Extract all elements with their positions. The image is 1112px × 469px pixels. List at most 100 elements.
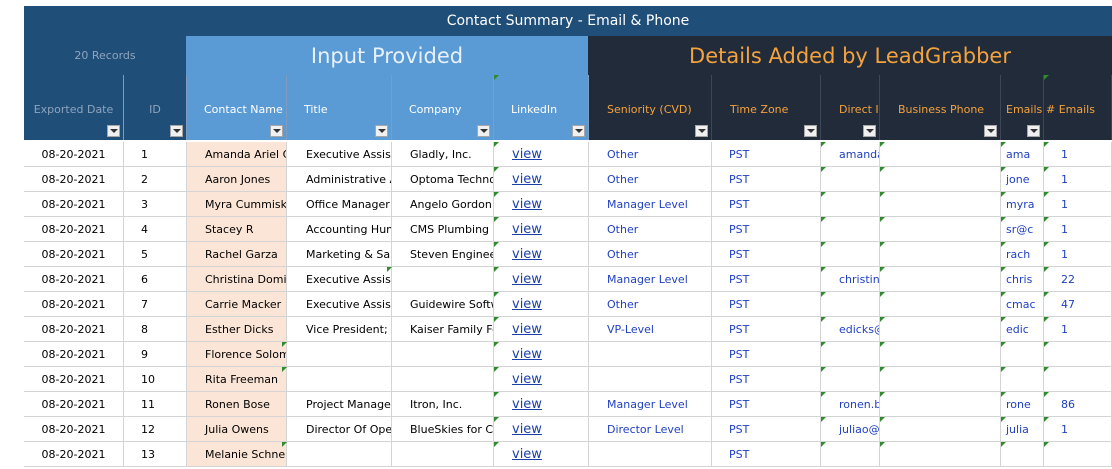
cell-time-zone[interactable]: PST — [712, 292, 821, 317]
cell-company[interactable] — [392, 342, 494, 367]
cell-emails[interactable]: sr@c — [1001, 217, 1044, 242]
cell-direct-phone[interactable]: juliao@ — [821, 417, 880, 442]
cell-title[interactable]: Marketing & Sal — [287, 242, 392, 267]
cell-id[interactable]: 11 — [124, 392, 187, 417]
linkedin-view-link[interactable]: view — [494, 417, 589, 442]
cell-seniority[interactable]: Other — [589, 242, 712, 267]
cell-exported-date[interactable]: 08-20-2021 — [24, 142, 124, 167]
linkedin-view-link[interactable]: view — [494, 192, 589, 217]
cell-direct-phone[interactable]: amanda — [821, 142, 880, 167]
cell-seniority[interactable] — [589, 342, 712, 367]
cell-business-phone[interactable] — [880, 192, 1001, 217]
linkedin-view-link[interactable]: view — [494, 442, 589, 467]
cell-title[interactable]: Executive Assist — [287, 142, 392, 167]
linkedin-view-link[interactable]: view — [494, 242, 589, 267]
linkedin-view-link[interactable]: view — [494, 292, 589, 317]
cell-id[interactable]: 3 — [124, 192, 187, 217]
header-time-zone[interactable]: Time Zone — [712, 75, 821, 140]
cell-direct-phone[interactable]: edicks@ — [821, 317, 880, 342]
cell-seniority[interactable]: Other — [589, 167, 712, 192]
cell-email-count[interactable] — [1044, 442, 1112, 467]
filter-dropdown-icon[interactable] — [572, 125, 585, 137]
cell-emails[interactable]: myra — [1001, 192, 1044, 217]
cell-contact-name[interactable]: Julia Owens — [187, 417, 287, 442]
cell-id[interactable]: 8 — [124, 317, 187, 342]
header-company[interactable]: Company — [392, 75, 494, 140]
cell-id[interactable]: 2 — [124, 167, 187, 192]
linkedin-view-link[interactable]: view — [494, 167, 589, 192]
cell-email-count[interactable]: 1 — [1044, 142, 1112, 167]
cell-contact-name[interactable]: Carrie Macker — [187, 292, 287, 317]
cell-seniority[interactable]: Manager Level — [589, 392, 712, 417]
cell-emails[interactable]: chris — [1001, 267, 1044, 292]
header-emails[interactable]: Emails — [1001, 75, 1044, 140]
cell-email-count[interactable]: 1 — [1044, 417, 1112, 442]
cell-exported-date[interactable]: 08-20-2021 — [24, 367, 124, 392]
cell-business-phone[interactable] — [880, 242, 1001, 267]
cell-company[interactable]: Optoma Techno — [392, 167, 494, 192]
cell-contact-name[interactable]: Melanie Schne — [187, 442, 287, 467]
cell-business-phone[interactable] — [880, 217, 1001, 242]
cell-company[interactable]: Itron, Inc. — [392, 392, 494, 417]
cell-contact-name[interactable]: Rita Freeman — [187, 367, 287, 392]
cell-exported-date[interactable]: 08-20-2021 — [24, 267, 124, 292]
cell-business-phone[interactable] — [880, 392, 1001, 417]
cell-business-phone[interactable] — [880, 267, 1001, 292]
cell-emails[interactable]: ama — [1001, 142, 1044, 167]
cell-direct-phone[interactable] — [821, 217, 880, 242]
cell-title[interactable] — [287, 342, 392, 367]
cell-exported-date[interactable]: 08-20-2021 — [24, 242, 124, 267]
cell-emails[interactable]: rone — [1001, 392, 1044, 417]
cell-company[interactable]: BlueSkies for Ch — [392, 417, 494, 442]
cell-seniority[interactable] — [589, 367, 712, 392]
cell-contact-name[interactable]: Aaron Jones — [187, 167, 287, 192]
cell-emails[interactable]: rach — [1001, 242, 1044, 267]
cell-email-count[interactable]: 86 — [1044, 392, 1112, 417]
cell-direct-phone[interactable] — [821, 442, 880, 467]
cell-id[interactable]: 6 — [124, 267, 187, 292]
cell-id[interactable]: 9 — [124, 342, 187, 367]
cell-title[interactable]: Executive Assist — [287, 267, 392, 292]
cell-title[interactable]: Vice President; — [287, 317, 392, 342]
cell-title[interactable] — [287, 367, 392, 392]
cell-title[interactable]: Accounting Hum — [287, 217, 392, 242]
cell-direct-phone[interactable] — [821, 242, 880, 267]
cell-id[interactable]: 10 — [124, 367, 187, 392]
cell-id[interactable]: 13 — [124, 442, 187, 467]
cell-id[interactable]: 7 — [124, 292, 187, 317]
cell-contact-name[interactable]: Rachel Garza — [187, 242, 287, 267]
cell-exported-date[interactable]: 08-20-2021 — [24, 392, 124, 417]
cell-seniority[interactable]: Other — [589, 142, 712, 167]
cell-id[interactable]: 1 — [124, 142, 187, 167]
cell-company[interactable]: Steven Enginee — [392, 242, 494, 267]
linkedin-view-link[interactable]: view — [494, 217, 589, 242]
header-contact-name[interactable]: Contact Name — [187, 75, 287, 140]
header-seniority[interactable]: Seniority (CVD) — [589, 75, 712, 140]
cell-company[interactable]: Guidewire Softw — [392, 292, 494, 317]
cell-seniority[interactable]: Manager Level — [589, 267, 712, 292]
cell-direct-phone[interactable] — [821, 292, 880, 317]
cell-time-zone[interactable]: PST — [712, 142, 821, 167]
cell-time-zone[interactable]: PST — [712, 417, 821, 442]
cell-company[interactable]: Gladly, Inc. — [392, 142, 494, 167]
cell-time-zone[interactable]: PST — [712, 192, 821, 217]
cell-email-count[interactable]: 1 — [1044, 192, 1112, 217]
cell-emails[interactable] — [1001, 442, 1044, 467]
cell-direct-phone[interactable] — [821, 367, 880, 392]
cell-exported-date[interactable]: 08-20-2021 — [24, 167, 124, 192]
cell-contact-name[interactable]: Amanda Ariel C — [187, 142, 287, 167]
cell-business-phone[interactable] — [880, 417, 1001, 442]
cell-emails[interactable] — [1001, 342, 1044, 367]
header-business-phone[interactable]: Business Phone — [880, 75, 1001, 140]
linkedin-view-link[interactable]: view — [494, 367, 589, 392]
cell-emails[interactable]: cmac — [1001, 292, 1044, 317]
cell-seniority[interactable] — [589, 442, 712, 467]
cell-time-zone[interactable]: PST — [712, 267, 821, 292]
header-direct-phone[interactable]: Direct I — [821, 75, 880, 140]
cell-company[interactable]: Kaiser Family Fo — [392, 317, 494, 342]
cell-title[interactable]: Executive Assist — [287, 292, 392, 317]
cell-business-phone[interactable] — [880, 292, 1001, 317]
header-exported-date[interactable]: Exported Date — [24, 75, 124, 140]
header-linkedin[interactable]: LinkedIn — [494, 75, 589, 140]
cell-time-zone[interactable]: PST — [712, 392, 821, 417]
